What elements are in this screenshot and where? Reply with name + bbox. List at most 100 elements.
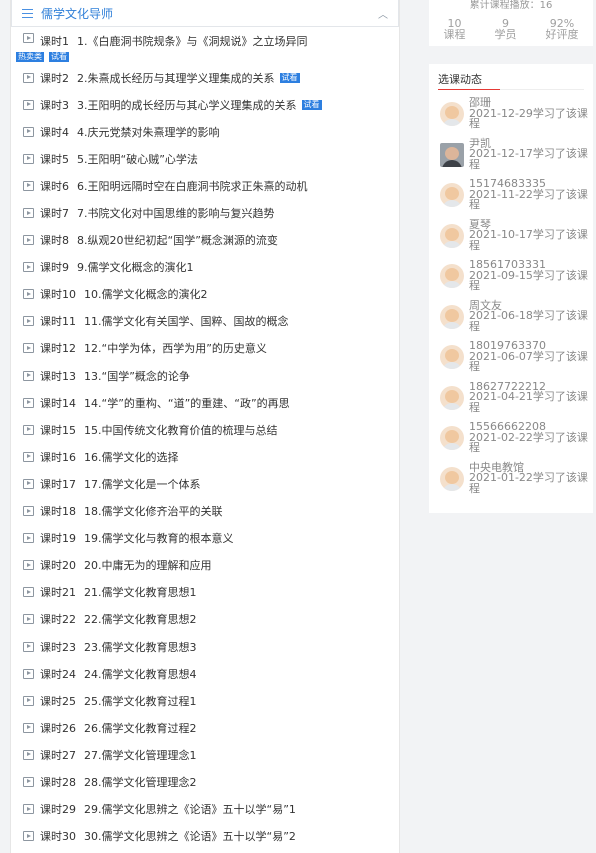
lesson-tag: 热卖类 [16,52,44,62]
lesson-title: 18.儒学文化修齐治平的关联 [84,505,223,519]
feed-action: 2021-06-18学习了该课程 [469,309,588,333]
lesson-number: 课时20 [40,559,76,573]
lesson-item[interactable]: 课时7 7.书院文化对中国思维的影响与复兴趋势 [11,199,399,226]
lesson-title: 22.儒学文化教育思想2 [84,613,197,627]
lesson-number: 课时1 [40,35,69,48]
stat-rating: 92% 好评度 [546,18,579,40]
course-stats: 累计课程播放：16 10 课程 9 学员 92% 好评度 [429,0,593,46]
lesson-number: 课时16 [40,450,76,464]
lesson-item[interactable]: 课时10 10.儒学文化概念的演化2 [11,281,399,308]
chapter-header[interactable]: 儒学文化导师 ︿ [11,0,399,27]
lesson-item[interactable]: 课时2 2.朱熹成长经历与其理学义理集成的关系 试看 [11,64,399,91]
play-icon [23,208,34,219]
lesson-number: 课时10 [40,288,76,302]
lesson-item[interactable]: 课时24 24.儒学文化教育思想4 [11,660,399,687]
lesson-item[interactable]: 课时27 27.儒学文化管理理念1 [11,741,399,768]
lesson-item[interactable]: 课时1 1.《白鹿洞书院规条》与《洞规说》之立场异同 热卖类 试看 [11,27,399,64]
lesson-item[interactable]: 课时3 3.王阳明的成长经历与其心学义理集成的关系 试看 [11,91,399,118]
lesson-item[interactable]: 课时16 16.儒学文化的选择 [11,443,399,470]
feed-title: 选课动态 [438,73,482,86]
avatar[interactable] [440,426,464,450]
lesson-item[interactable]: 课时13 13.“国学”概念的论争 [11,362,399,389]
lesson-item[interactable]: 课时9 9.儒学文化概念的演化1 [11,254,399,281]
lesson-item[interactable]: 课时18 18.儒学文化修齐治平的关联 [11,498,399,525]
avatar[interactable] [440,304,464,329]
play-icon [23,749,34,760]
lesson-number: 课时24 [40,667,76,681]
lesson-item[interactable]: 课时11 11.儒学文化有关国学、国粹、国故的概念 [11,308,399,335]
play-icon [23,180,34,191]
lesson-item[interactable]: 课时29 29.儒学文化思辨之《论语》五十以学“易”1 [11,796,399,823]
lesson-number: 课时21 [40,586,76,600]
lesson-item[interactable]: 课时12 12.“中学为体，西学为用”的历史意义 [11,335,399,362]
play-icon [23,668,34,679]
lesson-item[interactable]: 课时19 19.儒学文化与教育的根本意义 [11,525,399,552]
play-icon [23,33,34,43]
lesson-number: 课时9 [40,261,69,275]
lesson-item[interactable]: 课时26 26.儒学文化教育过程2 [11,714,399,741]
play-icon [23,533,34,544]
lesson-title: 13.“国学”概念的论争 [84,369,190,383]
play-icon [23,695,34,706]
enrollment-feed-card: 选课动态 邵珊 2021-12-29学习了该课程 尹凯 2021-12-17学习了该课… [429,64,593,513]
lesson-item[interactable]: 课时6 6.王阳明远隔时空在白鹿洞书院求正朱熹的动机 [11,172,399,199]
lesson-title: 12.“中学为体，西学为用”的历史意义 [84,342,267,356]
avatar[interactable] [440,142,464,167]
stat-courses: 10 课程 [444,18,466,40]
feed-item: 18561703331 2021-09-15学习了该课程 [429,259,593,301]
lesson-number: 课时27 [40,748,76,762]
lesson-title: 27.儒学文化管理理念1 [84,748,197,762]
feed-item: 15566662208 2021-02-22学习了该课程 [429,421,593,463]
lesson-tag: 试看 [49,52,69,62]
avatar[interactable] [440,264,464,288]
lesson-title: 7.书院文化对中国思维的影响与复兴趋势 [77,207,275,221]
lesson-item[interactable]: 课时28 28.儒学文化管理理念2 [11,768,399,795]
feed-action: 2021-04-21学习了该课程 [469,390,588,414]
lesson-item[interactable]: 课时25 25.儒学文化教育过程1 [11,687,399,714]
lesson-number: 课时7 [40,207,69,221]
avatar[interactable] [440,345,464,369]
lesson-title: 21.儒学文化教育思想1 [84,586,197,600]
feed-item: 邵珊 2021-12-29学习了该课程 [429,97,593,139]
lesson-title: 25.儒学文化教育过程1 [84,694,197,708]
lesson-tag: 试看 [279,72,300,83]
play-icon [23,343,34,354]
avatar[interactable] [440,183,464,207]
lesson-number: 课时28 [40,775,76,789]
avatar[interactable] [440,466,464,491]
avatar[interactable] [440,102,464,126]
lesson-item[interactable]: 课时22 22.儒学文化教育思想2 [11,606,399,633]
lesson-number: 课时4 [40,125,69,139]
play-icon [23,451,34,462]
lesson-title: 29.儒学文化思辨之《论语》五十以学“易”1 [84,803,296,817]
lesson-number: 课时26 [40,721,76,735]
play-icon [23,478,34,489]
lesson-item[interactable]: 课时15 15.中国传统文化教育价值的梳理与总结 [11,416,399,443]
lesson-item[interactable]: 课时4 4.庆元党禁对朱熹理学的影响 [11,118,399,145]
feed-action: 2021-09-15学习了该课程 [469,268,588,292]
avatar[interactable] [440,385,464,410]
avatar[interactable] [440,223,464,248]
lesson-item[interactable]: 课时21 21.儒学文化教育思想1 [11,579,399,606]
stat-students: 9 学员 [495,18,517,40]
lesson-title: 3.王阳明的成长经历与其心学义理集成的关系 [77,98,297,112]
feed-item: 尹凯 2021-12-17学习了该课程 [429,138,593,180]
lesson-title: 8.纵观20世纪初起“国学”概念渊源的流变 [77,234,278,248]
lesson-item[interactable]: 课时5 5.王阳明“破心贼”心学法 [11,145,399,172]
lesson-item[interactable]: 课时23 23.儒学文化教育思想3 [11,633,399,660]
stat-rating-label: 好评度 [545,28,579,41]
lesson-item[interactable]: 课时20 20.中庸无为的理解和应用 [11,552,399,579]
lesson-item[interactable]: 课时8 8.纵观20世纪初起“国学”概念渊源的流变 [11,227,399,254]
lesson-title: 4.庆元党禁对朱熹理学的影响 [77,125,220,139]
lesson-item[interactable]: 课时30 30.儒学文化思辨之《论语》五十以学“易”2 [11,823,399,850]
lesson-number: 课时29 [40,803,76,817]
lesson-title: 19.儒学文化与教育的根本意义 [84,532,234,546]
lesson-number: 课时5 [40,152,69,166]
lesson-title: 11.儒学文化有关国学、国粹、国故的概念 [84,315,289,329]
chevron-up-icon[interactable]: ︿ [378,6,388,21]
play-icon [23,424,34,435]
lesson-title: 20.中庸无为的理解和应用 [84,559,212,573]
lesson-item[interactable]: 课时14 14.“学”的重构、“道”的重建、“政”的再思 [11,389,399,416]
lesson-number: 课时12 [40,342,76,356]
lesson-item[interactable]: 课时17 17.儒学文化是一个体系 [11,470,399,497]
